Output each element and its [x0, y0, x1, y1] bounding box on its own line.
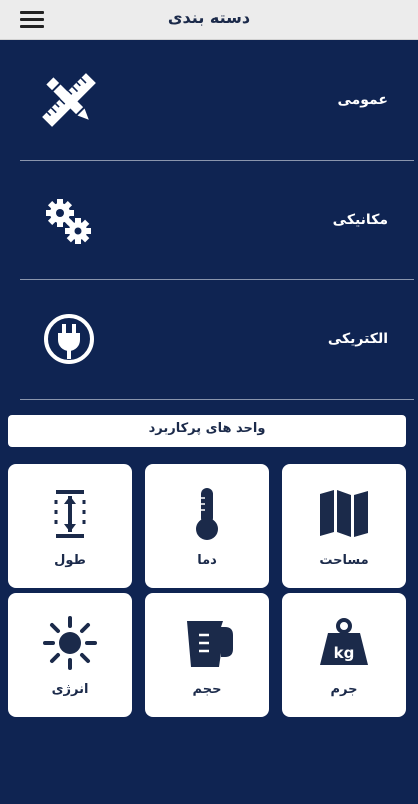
- gears-icon: [46, 199, 91, 244]
- map-icon: [320, 490, 368, 537]
- tile-label: انرژی: [51, 682, 89, 697]
- weight-kg-icon: kg: [320, 618, 368, 665]
- app-bar: دسته بندی: [0, 0, 418, 40]
- unit-tile-mass[interactable]: kg جرم: [282, 593, 406, 717]
- unit-tile-area[interactable]: مساحت: [282, 464, 406, 588]
- tile-label: حجم: [192, 682, 222, 697]
- divider: [20, 399, 414, 400]
- tile-label: مساحت: [319, 553, 369, 568]
- page-title: دسته بندی: [167, 8, 251, 27]
- tile-label: دما: [197, 553, 217, 568]
- category-label: مکانیکی: [332, 212, 388, 228]
- ruler-pencil-icon: [42, 73, 96, 127]
- category-general[interactable]: عمومی: [0, 40, 418, 160]
- category-mechanical[interactable]: مکانیکی: [0, 160, 418, 280]
- tile-label: طول: [54, 553, 86, 568]
- units-section-title: واحد های پرکاربرد: [8, 415, 406, 447]
- unit-tile-length[interactable]: طول: [8, 464, 132, 588]
- thermometer-icon: [196, 488, 218, 540]
- unit-tile-energy[interactable]: انرژی: [8, 593, 132, 717]
- unit-tile-temperature[interactable]: دما: [145, 464, 269, 588]
- measuring-cup-icon: [187, 621, 233, 667]
- unit-tile-volume[interactable]: حجم: [145, 593, 269, 717]
- category-label: الکتریکی: [327, 331, 388, 347]
- power-plug-icon: [44, 314, 94, 364]
- length-icon: [54, 490, 86, 538]
- sun-icon: [43, 616, 97, 670]
- category-label: عمومی: [337, 92, 388, 108]
- weight-kg-text: kg: [334, 644, 355, 662]
- category-electrical[interactable]: الکتریکی: [0, 279, 418, 399]
- tile-label: جرم: [330, 682, 358, 697]
